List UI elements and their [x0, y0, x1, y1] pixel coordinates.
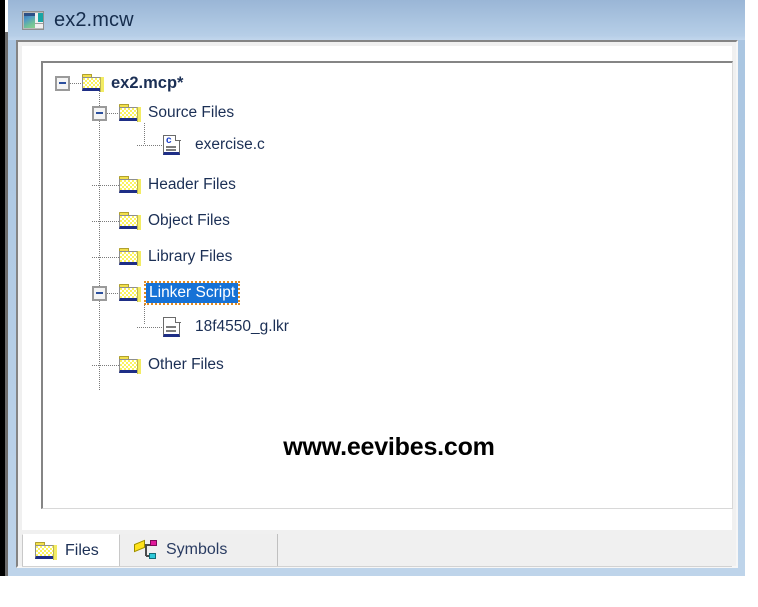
- tree-node-object-files[interactable]: Object Files: [92, 209, 230, 233]
- tree-node-header-files[interactable]: Header Files: [92, 173, 236, 197]
- tree-node-label: Object Files: [148, 212, 230, 230]
- mdi-child-window: ex2.mcw ex2.mcp* Source Files c exercise…: [8, 0, 745, 576]
- expander-collapse-icon[interactable]: [92, 285, 107, 301]
- tab-symbols[interactable]: Symbols: [120, 534, 278, 566]
- project-tree[interactable]: ex2.mcp* Source Files c exercise.c Heade…: [43, 63, 732, 508]
- tree-node-other-files[interactable]: Other Files: [92, 353, 224, 377]
- folder-body: [119, 215, 141, 230]
- folder-icon: [82, 74, 104, 92]
- tree-connector: [92, 256, 119, 258]
- folder-icon: [119, 212, 141, 230]
- project-tree-container[interactable]: ex2.mcp* Source Files c exercise.c Heade…: [41, 61, 733, 509]
- tree-node-label: ex2.mcp*: [111, 73, 184, 92]
- symbols-icon: [134, 539, 158, 561]
- window-client-area: ex2.mcp* Source Files c exercise.c Heade…: [16, 40, 738, 568]
- tree-node-library-files[interactable]: Library Files: [92, 245, 232, 269]
- tree-connector: [70, 82, 82, 84]
- tab-symbols-label: Symbols: [166, 541, 228, 558]
- file-line: [166, 145, 176, 148]
- tree-node-lkr-file[interactable]: 18f4550_g.lkr: [137, 315, 289, 339]
- folder-body: [35, 544, 57, 560]
- mdi-document-icon: [22, 10, 44, 30]
- tree-connector: [137, 144, 163, 146]
- tree-node-label: Other Files: [148, 356, 224, 374]
- window-title: ex2.mcw: [54, 8, 134, 31]
- folder-body: [119, 179, 141, 194]
- folder-icon: [119, 248, 141, 266]
- symbols-node-cyan: [149, 552, 156, 559]
- tab-strip-underline: [22, 566, 732, 567]
- folder-body: [119, 251, 141, 266]
- file-line: [166, 325, 176, 328]
- file-line: [166, 329, 176, 332]
- symbols-diamond: [134, 539, 145, 552]
- tree-connector: [107, 112, 119, 114]
- watermark-text: www.eevibes.com: [283, 433, 495, 461]
- files-panel: ex2.mcp* Source Files c exercise.c Heade…: [22, 46, 733, 530]
- file-corner-fold: [175, 316, 181, 323]
- c-letter-glyph: c: [166, 134, 172, 146]
- folder-icon: [119, 356, 141, 374]
- tree-node-linker-script[interactable]: Linker Script: [92, 280, 241, 306]
- tree-node-label: Source Files: [148, 104, 235, 122]
- folder-icon: [119, 176, 141, 194]
- expander-collapse-icon[interactable]: [55, 75, 70, 91]
- folder-icon: [35, 541, 57, 560]
- folder-body: [119, 107, 141, 122]
- tab-files[interactable]: Files: [22, 534, 120, 566]
- tree-node-label-selected: Linker Script: [143, 280, 241, 306]
- tree-node-source-files[interactable]: Source Files: [92, 101, 234, 125]
- tree-connector: [92, 220, 119, 222]
- tree-node-root[interactable]: ex2.mcp*: [55, 71, 183, 95]
- bottom-tab-strip[interactable]: Files Symbols: [22, 534, 732, 566]
- tree-connector: [137, 326, 163, 328]
- expander-collapse-icon[interactable]: [92, 105, 107, 121]
- window-title-bar[interactable]: ex2.mcw: [8, 0, 745, 40]
- c-file-icon: c: [163, 134, 181, 156]
- folder-icon: [119, 284, 141, 302]
- tree-rail-root: [99, 83, 100, 391]
- tree-node-label: exercise.c: [195, 136, 265, 154]
- symbols-node-magenta: [150, 539, 157, 546]
- folder-icon: [119, 104, 141, 122]
- tree-node-label: 18f4550_g.lkr: [195, 318, 289, 336]
- generic-file-icon: [163, 316, 181, 338]
- folder-body: [82, 77, 104, 92]
- file-line: [166, 148, 176, 151]
- folder-body: [119, 359, 141, 374]
- tree-node-exercise-c[interactable]: c exercise.c: [137, 133, 265, 157]
- tab-files-label: Files: [65, 541, 99, 559]
- screen: ex2.mcw ex2.mcp* Source Files c exercise…: [0, 0, 758, 607]
- file-corner-fold: [175, 134, 181, 141]
- tree-node-label: Library Files: [148, 248, 233, 266]
- tree-connector: [92, 184, 119, 186]
- mdi-icon-right-pane: [35, 12, 43, 28]
- tree-connector: [92, 364, 119, 366]
- tree-node-label: Header Files: [148, 176, 236, 194]
- tree-connector: [107, 292, 119, 294]
- folder-body: [119, 287, 141, 302]
- mdi-icon-left-pane: [24, 12, 35, 28]
